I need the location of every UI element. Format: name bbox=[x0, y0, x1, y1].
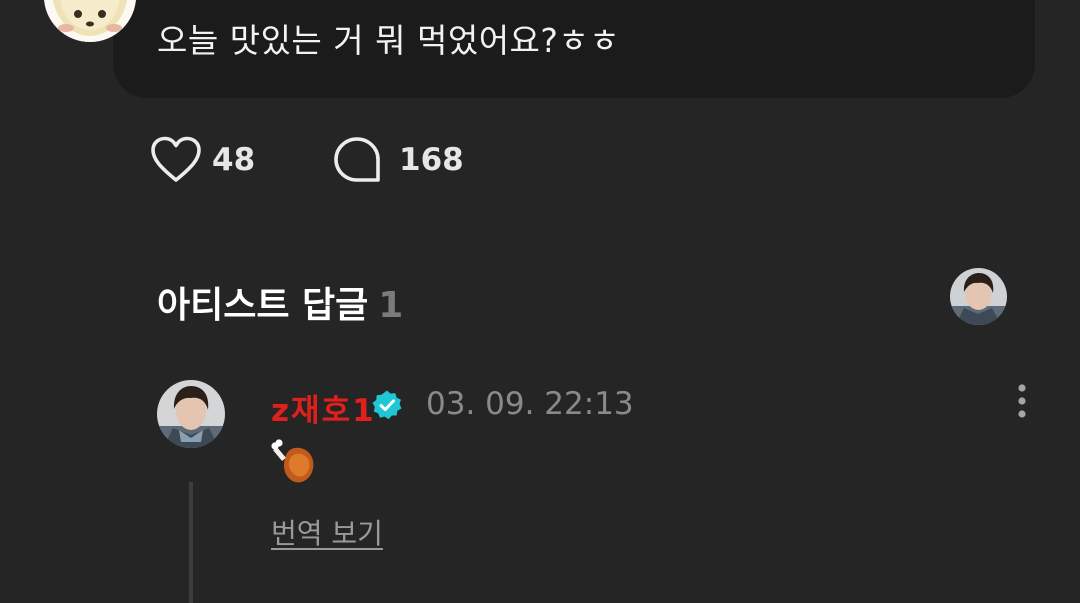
like-button[interactable]: 48 bbox=[150, 136, 255, 184]
header-artist-avatar[interactable] bbox=[950, 268, 1007, 325]
more-vertical-icon[interactable] bbox=[1008, 383, 1036, 423]
thread-line bbox=[189, 482, 193, 603]
reply-author-name[interactable]: z재호1 bbox=[271, 385, 376, 430]
artist-replies-label: 아티스트 답글 bbox=[157, 285, 369, 326]
verified-badge-icon bbox=[372, 390, 402, 420]
comment-screen: 오늘 맛있는 거 뭐 먹었어요?ㅎㅎ 48 168 아티스트 답글 1 z재호1… bbox=[0, 0, 1080, 603]
reply-content-emoji bbox=[271, 439, 314, 483]
like-count: 48 bbox=[212, 142, 256, 178]
artist-replies-title: 아티스트 답글 1 bbox=[157, 276, 403, 328]
post-text: 오늘 맛있는 거 뭐 먹었어요?ㅎㅎ bbox=[157, 21, 621, 60]
speech-bubble-icon bbox=[334, 137, 380, 182]
heart-outline-icon bbox=[151, 136, 201, 182]
artist-replies-count: 1 bbox=[378, 285, 404, 326]
artist-avatar bbox=[157, 380, 225, 448]
reply-author-avatar[interactable] bbox=[157, 380, 225, 448]
artist-avatar bbox=[950, 268, 1007, 325]
comment-button[interactable]: 168 bbox=[333, 136, 464, 184]
translate-link[interactable]: 번역 보기 bbox=[271, 512, 383, 552]
reply-timestamp: 03. 09. 22:13 bbox=[426, 386, 634, 422]
comment-count: 168 bbox=[399, 142, 464, 178]
